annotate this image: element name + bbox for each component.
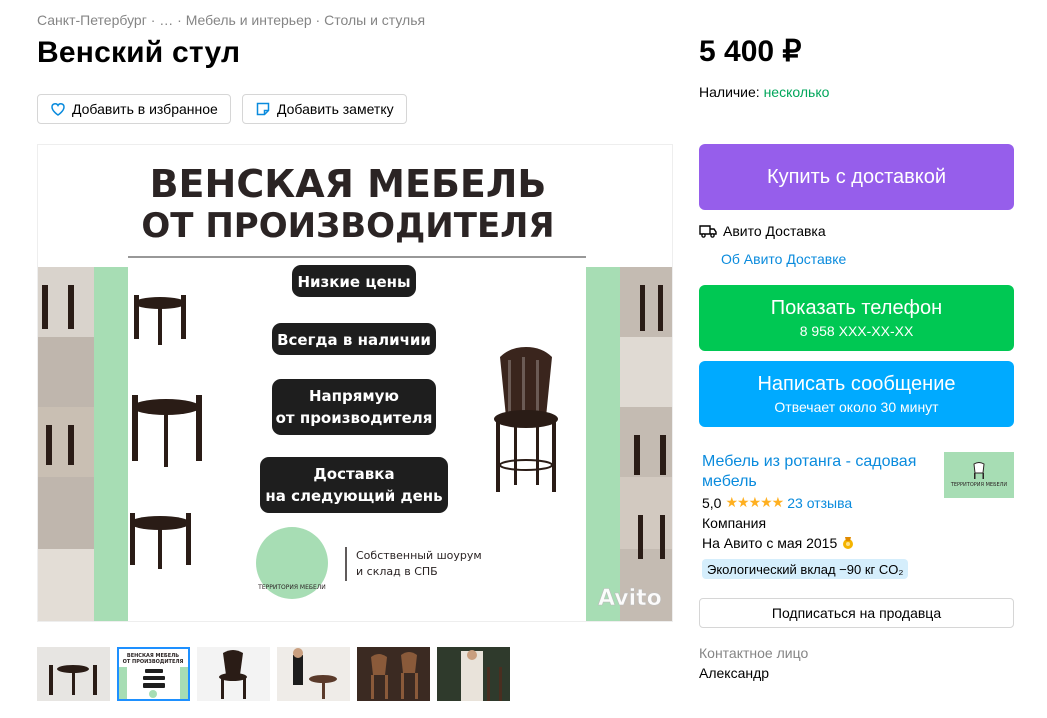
add-favorite-button[interactable]: Добавить в избранное	[37, 94, 231, 124]
thumbnail-strip: ВЕНСКАЯ МЕБЕЛЬ ОТ ПРОИЗВОДИТЕЛЯ	[37, 647, 510, 701]
medal-icon	[843, 537, 854, 549]
thumbnail-active[interactable]: ВЕНСКАЯ МЕБЕЛЬ ОТ ПРОИЗВОДИТЕЛЯ	[117, 647, 190, 701]
breadcrumb-ellipsis[interactable]: …	[159, 12, 173, 28]
seller-since: На Авито с мая 2015	[702, 535, 855, 551]
seller-name-link[interactable]: Мебель из ротанга - садовая мебель	[702, 452, 937, 492]
page-title: Венский стул	[37, 36, 241, 69]
avito-delivery: Авито Доставка	[699, 223, 826, 239]
seller-since-text: На Авито с мая 2015	[702, 535, 838, 551]
thumbnail[interactable]	[37, 647, 110, 701]
about-delivery-link[interactable]: Об Авито Доставке	[721, 251, 846, 267]
truck-icon	[699, 225, 717, 238]
promo-logo-text: ТЕРРИТОРИЯ МЕБЕЛИ	[257, 584, 326, 591]
seller-logo-text: ТЕРРИТОРИЯ МЕБЕЛИ	[950, 482, 1008, 488]
heart-icon	[51, 103, 65, 116]
breadcrumb-city[interactable]: Санкт-Петербург	[37, 12, 147, 28]
contact-person-label: Контактное лицо	[699, 645, 809, 661]
seller-rating: 5,0 ★★★★★ 23 отзыва	[702, 494, 852, 511]
availability-label: Наличие:	[699, 84, 760, 100]
breadcrumb-subcategory[interactable]: Столы и стулья	[324, 12, 425, 28]
promo-showroom-1: Собственный шоурум	[356, 549, 482, 562]
main-photo[interactable]: ВЕНСКАЯ МЕБЕЛЬ ОТ ПРОИЗВОДИТЕЛЯ Низкие ц…	[37, 144, 673, 622]
thumbnail[interactable]	[357, 647, 430, 701]
show-phone-label: Показать телефон	[770, 297, 943, 319]
promo-image: ВЕНСКАЯ МЕБЕЛЬ ОТ ПРОИЗВОДИТЕЛЯ Низкие ц…	[38, 145, 672, 621]
promo-headline-2: ОТ ПРОИЗВОДИТЕЛЯ	[141, 206, 554, 246]
breadcrumb: Санкт-Петербург · … · Мебель и интерьер …	[37, 12, 426, 28]
promo-badge-3b: от производителя	[276, 409, 433, 427]
seller-logo[interactable]: ТЕРРИТОРИЯ МЕБЕЛИ	[944, 452, 1014, 498]
buy-with-delivery-button[interactable]: Купить с доставкой	[699, 144, 1014, 210]
note-icon	[256, 102, 270, 116]
add-favorite-label: Добавить в избранное	[72, 101, 218, 117]
availability: Наличие: несколько	[699, 84, 829, 100]
buy-with-delivery-label: Купить с доставкой	[766, 165, 947, 188]
eco-contribution-badge[interactable]: Экологический вклад −90 кг CO₂	[702, 559, 909, 579]
response-time: Отвечает около 30 минут	[774, 399, 939, 415]
thumb-headline-2: ОТ ПРОИЗВОДИТЕЛЯ	[123, 659, 184, 665]
write-message-label: Написать сообщение	[757, 373, 956, 395]
reviews-link[interactable]: 23 отзыва	[787, 495, 852, 511]
seller-logo-chair-icon	[973, 462, 985, 479]
price: 5 400 ₽	[699, 35, 802, 68]
promo-badge-1: Низкие цены	[297, 273, 410, 291]
subscribe-seller-button[interactable]: Подписаться на продавца	[699, 598, 1014, 628]
thumbnail[interactable]	[437, 647, 510, 701]
promo-badge-4b: на следующий день	[265, 487, 442, 505]
listing-page: Санкт-Петербург · … · Мебель и интерьер …	[0, 0, 1047, 718]
promo-badge-4a: Доставка	[313, 465, 394, 483]
thumbnail[interactable]	[277, 647, 350, 701]
seller-type: Компания	[702, 515, 767, 531]
promo-badge-2: Всегда в наличии	[277, 331, 431, 349]
breadcrumb-category[interactable]: Мебель и интерьер	[186, 12, 312, 28]
rating-value: 5,0	[702, 494, 722, 511]
add-note-button[interactable]: Добавить заметку	[242, 94, 407, 124]
availability-value: несколько	[763, 84, 830, 100]
avito-delivery-label: Авито Доставка	[723, 223, 826, 239]
contact-person-name: Александр	[699, 665, 770, 681]
rating-stars-icon: ★★★★★	[725, 494, 784, 510]
promo-showroom-2: и склад в СПБ	[356, 565, 438, 578]
write-message-button[interactable]: Написать сообщение Отвечает около 30 мин…	[699, 361, 1014, 427]
phone-number-masked: 8 958 XXX-XX-XX	[799, 323, 914, 339]
thumbnail[interactable]	[197, 647, 270, 701]
promo-badge-3a: Напрямую	[309, 387, 399, 405]
show-phone-button[interactable]: Показать телефон 8 958 XXX-XX-XX	[699, 285, 1014, 351]
promo-headline-1: ВЕНСКАЯ МЕБЕЛЬ	[150, 162, 547, 206]
avito-watermark: Avito	[598, 586, 662, 611]
add-note-label: Добавить заметку	[277, 101, 394, 117]
